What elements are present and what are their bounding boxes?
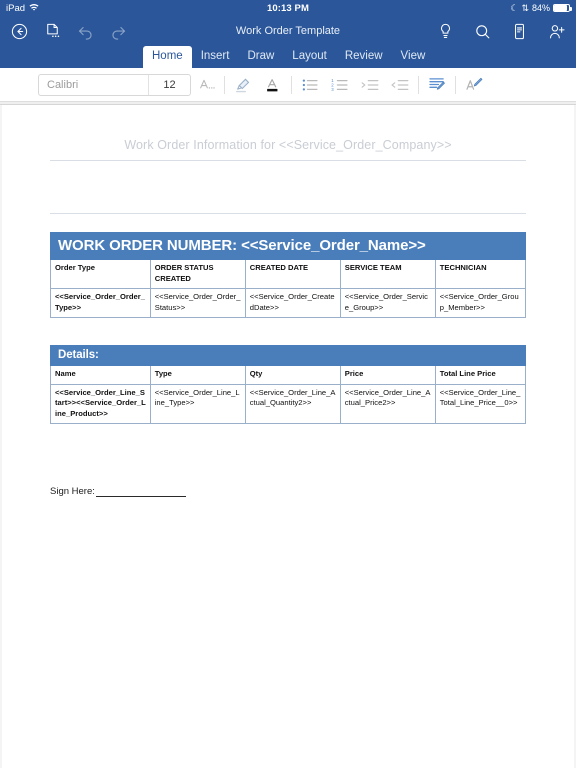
table-row[interactable]: <<Service_Order_Order_Type>> <<Service_O… bbox=[50, 288, 527, 318]
cell-order-status[interactable]: <<Service_Order_Order_Status>> bbox=[149, 288, 246, 318]
table-row[interactable]: <<Service_Order_Line_Start>><<Service_Or… bbox=[50, 383, 527, 424]
font-controls: Calibri 12 bbox=[38, 73, 191, 96]
status-bar-left: iPad bbox=[6, 3, 39, 14]
sign-here-line[interactable]: Sign Here: bbox=[50, 486, 576, 497]
bluetooth-icon: ⇅ bbox=[521, 2, 529, 13]
wifi-icon bbox=[29, 4, 39, 13]
document-header-rule bbox=[50, 213, 526, 214]
work-order-table[interactable]: WORK ORDER NUMBER: <<Service_Order_Name>… bbox=[50, 232, 527, 318]
font-formatting-icon[interactable] bbox=[191, 72, 221, 98]
status-bar-clock: 10:13 PM bbox=[267, 2, 309, 14]
work-order-banner: WORK ORDER NUMBER: <<Service_Order_Name>… bbox=[50, 232, 526, 260]
signature-blank[interactable] bbox=[95, 486, 186, 497]
formatting-tools: 1 2 3 bbox=[191, 72, 489, 98]
table-banner-row: WORK ORDER NUMBER: <<Service_Order_Name>… bbox=[50, 232, 526, 260]
format-painter-icon[interactable] bbox=[459, 72, 489, 98]
battery-percent-label: 84% bbox=[531, 3, 550, 13]
cell-qty[interactable]: <<Service_Order_Line_Actual_Quantity2>> bbox=[244, 383, 341, 424]
cell-service-team[interactable]: <<Service_Order_Service_Group>> bbox=[339, 288, 436, 318]
font-color-icon[interactable] bbox=[258, 72, 288, 98]
col-header-service-team: SERVICE TEAM bbox=[339, 259, 436, 289]
tab-insert[interactable]: Insert bbox=[192, 46, 239, 68]
cell-price[interactable]: <<Service_Order_Line_Actual_Price2>> bbox=[339, 383, 436, 424]
toolbar-divider bbox=[291, 75, 292, 94]
numbered-list-icon[interactable]: 1 2 3 bbox=[325, 72, 355, 98]
toolbar-divider bbox=[455, 75, 456, 94]
battery-icon bbox=[553, 4, 572, 12]
col-header-qty: Qty bbox=[244, 365, 341, 385]
cell-name[interactable]: <<Service_Order_Line_Start>><<Service_Or… bbox=[50, 383, 151, 424]
search-icon[interactable] bbox=[473, 22, 492, 41]
status-bar-right: ☾ ⇅ 84% bbox=[510, 2, 572, 14]
cell-technician[interactable]: <<Service_Order_Group_Member>> bbox=[434, 288, 527, 318]
toolbar-divider bbox=[224, 75, 225, 94]
tab-view[interactable]: View bbox=[392, 46, 435, 68]
toolbar-divider bbox=[418, 75, 419, 94]
table-header-row: Name Type Qty Price Total Line Price bbox=[50, 365, 527, 385]
mobile-view-icon[interactable] bbox=[510, 22, 529, 41]
ribbon-toolbar: Calibri 12 1 2 3 bbox=[0, 68, 576, 102]
col-header-total-line-price: Total Line Price bbox=[434, 365, 527, 385]
page-left-edge bbox=[0, 105, 2, 768]
back-arrow-circle-icon[interactable] bbox=[10, 22, 29, 41]
document-canvas[interactable]: Work Order Information for <<Service_Ord… bbox=[0, 102, 576, 768]
col-header-type: Type bbox=[149, 365, 246, 385]
cell-total-line-price[interactable]: <<Service_Order_Line_Total_Line_Price__0… bbox=[434, 383, 527, 424]
lightbulb-icon[interactable] bbox=[436, 22, 455, 41]
col-header-order-status-created: ORDER STATUS CREATED bbox=[149, 259, 246, 289]
paragraph-styles-icon[interactable] bbox=[422, 72, 452, 98]
details-banner: Details: bbox=[50, 345, 526, 366]
sign-here-label: Sign Here: bbox=[50, 486, 95, 497]
col-header-name: Name bbox=[50, 365, 151, 385]
col-header-price: Price bbox=[339, 365, 436, 385]
ribbon-tab-strip: Home Insert Draw Layout Review View bbox=[0, 46, 576, 68]
redo-icon[interactable] bbox=[109, 22, 128, 41]
highlight-color-icon[interactable] bbox=[228, 72, 258, 98]
app-title-bar: Work Order Template bbox=[0, 16, 576, 46]
table-banner-row: Details: bbox=[50, 345, 526, 366]
document-header-text: Work Order Information for <<Service_Ord… bbox=[50, 138, 526, 161]
undo-icon[interactable] bbox=[76, 22, 95, 41]
col-header-created-date: CREATED DATE bbox=[244, 259, 341, 289]
table-header-row: Order Type ORDER STATUS CREATED CREATED … bbox=[50, 259, 527, 289]
bullet-list-icon[interactable] bbox=[295, 72, 325, 98]
device-name: iPad bbox=[6, 2, 26, 14]
add-person-icon[interactable] bbox=[547, 22, 566, 41]
font-name-input[interactable]: Calibri bbox=[39, 75, 148, 95]
details-table[interactable]: Details: Name Type Qty Price Total Line … bbox=[50, 345, 527, 424]
col-header-order-type: Order Type bbox=[50, 259, 151, 289]
tab-draw[interactable]: Draw bbox=[238, 46, 283, 68]
cell-type[interactable]: <<Service_Order_Line_Line_Type>> bbox=[149, 383, 246, 424]
document-page[interactable]: Work Order Information for <<Service_Ord… bbox=[0, 104, 576, 768]
tab-review[interactable]: Review bbox=[336, 46, 392, 68]
tab-home[interactable]: Home bbox=[143, 46, 192, 68]
cell-created-date[interactable]: <<Service_Order_CreatedDate>> bbox=[244, 288, 341, 318]
font-size-input[interactable]: 12 bbox=[148, 74, 190, 95]
col-header-technician: TECHNICIAN bbox=[434, 259, 527, 289]
title-bar-right-actions bbox=[436, 22, 566, 41]
decrease-indent-icon[interactable] bbox=[355, 72, 385, 98]
increase-indent-icon[interactable] bbox=[385, 72, 415, 98]
ios-status-bar: iPad 10:13 PM ☾ ⇅ 84% bbox=[0, 0, 576, 16]
svg-text:3: 3 bbox=[331, 86, 334, 91]
title-bar-left-actions bbox=[10, 22, 128, 41]
cell-order-type[interactable]: <<Service_Order_Order_Type>> bbox=[50, 288, 151, 318]
tab-layout[interactable]: Layout bbox=[283, 46, 336, 68]
file-options-icon[interactable] bbox=[43, 22, 62, 41]
moon-icon: ☾ bbox=[510, 2, 519, 13]
